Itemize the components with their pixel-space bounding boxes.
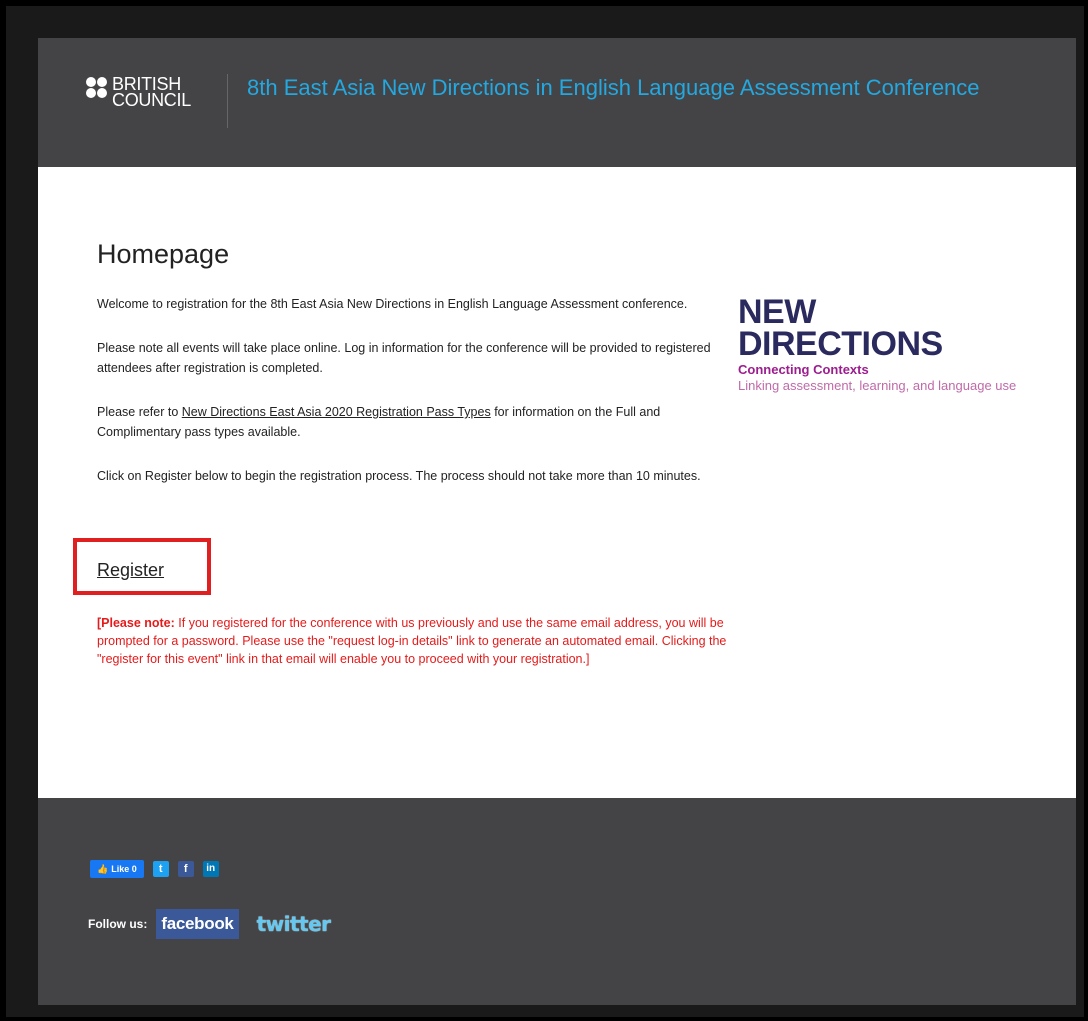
follow-us-label: Follow us: bbox=[88, 917, 148, 931]
new-directions-logo: NEW DIRECTIONS Connecting Contexts Linki… bbox=[738, 293, 1058, 394]
british-council-logo[interactable]: BRITISH COUNCIL bbox=[86, 75, 191, 126]
page-title: Homepage bbox=[97, 239, 230, 269]
register-link[interactable]: Register bbox=[97, 558, 164, 582]
facebook-share-icon[interactable]: f bbox=[177, 861, 194, 877]
pass-types-paragraph: Please refer to New Directions East Asia… bbox=[97, 402, 727, 442]
online-notice-paragraph: Please note all events will take place o… bbox=[97, 341, 711, 375]
nd-logo-line-1: NEW bbox=[738, 293, 816, 331]
welcome-paragraph: Welcome to registration for the 8th East… bbox=[97, 297, 688, 311]
register-instructions-paragraph: Click on Register below to begin the reg… bbox=[97, 469, 701, 483]
note-bold-label: [Please note: bbox=[97, 616, 175, 630]
logo-text: BRITISH COUNCIL bbox=[112, 75, 191, 110]
facebook-like-button[interactable]: 👍 Like 0 bbox=[90, 860, 144, 878]
site-header: BRITISH COUNCIL 8th East Asia New Direct… bbox=[38, 38, 1076, 167]
twitter-share-icon[interactable]: t bbox=[152, 861, 169, 877]
pass-types-link[interactable]: New Directions East Asia 2020 Registrati… bbox=[182, 405, 491, 419]
nd-logo-subtagline: Linking assessment, learning, and langua… bbox=[738, 378, 1017, 393]
site-footer: 👍 Like 0 t f in Follow us: facebook twit… bbox=[38, 798, 1076, 1005]
linkedin-share-icon[interactable]: in bbox=[202, 861, 219, 877]
nd-logo-tagline: Connecting Contexts bbox=[738, 362, 869, 377]
british-council-dots-icon bbox=[86, 77, 107, 98]
nd-logo-line-2: DIRECTIONS bbox=[738, 325, 943, 363]
pass-types-text-before: Please refer to bbox=[97, 405, 182, 419]
logo-line-2: COUNCIL bbox=[112, 90, 191, 110]
facebook-follow-link[interactable]: facebook bbox=[156, 909, 239, 939]
thumbs-up-icon: 👍 bbox=[97, 864, 109, 874]
follow-us-row: Follow us: facebook twitter bbox=[88, 909, 331, 939]
share-buttons: 👍 Like 0 t f in bbox=[90, 860, 219, 878]
twitter-follow-link[interactable]: twitter bbox=[257, 912, 331, 936]
main-content: Homepage Welcome to registration for the… bbox=[97, 238, 727, 510]
previous-registration-note: [Please note: If you registered for the … bbox=[97, 614, 727, 668]
conference-title: 8th East Asia New Directions in English … bbox=[247, 75, 980, 100]
screenshot-frame: BRITISH COUNCIL 8th East Asia New Direct… bbox=[6, 6, 1084, 1017]
note-text: If you registered for the conference wit… bbox=[97, 616, 727, 666]
like-label: Like 0 bbox=[111, 864, 137, 874]
header-divider bbox=[227, 74, 228, 128]
page: BRITISH COUNCIL 8th East Asia New Direct… bbox=[38, 38, 1076, 1005]
